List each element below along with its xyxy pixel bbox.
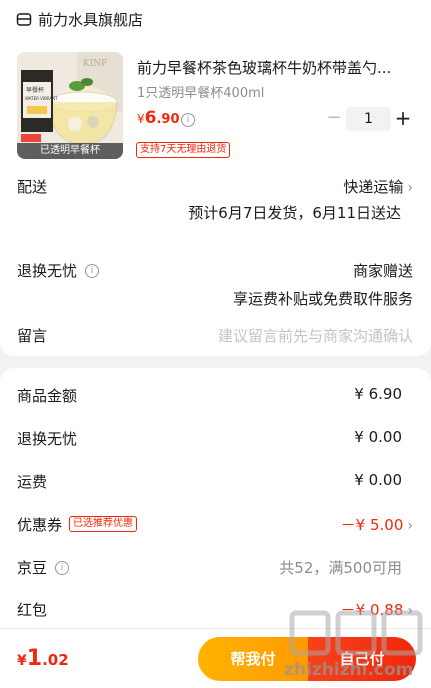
product-price: ¥ 6 .90 (137, 108, 180, 128)
worry-free-row-label: 退换无忧 i (17, 260, 100, 281)
goods-amount-label: 商品金额 (17, 387, 78, 405)
watermark-text: zhizhizhi.com (284, 660, 414, 680)
chevron-right-icon: › (407, 518, 413, 534)
price-decimal: .90 (156, 112, 180, 127)
price-info-icon[interactable]: i (181, 113, 195, 127)
worry-free-label: 退换无忧 (17, 262, 78, 280)
product-title[interactable]: 前力早餐杯茶色玻璃杯牛奶杯带盖勺... (137, 57, 417, 78)
message-label: 留言 (17, 327, 48, 345)
thumb-box-line-2: WATER VIBRANT (25, 96, 58, 101)
chevron-right-icon: › (407, 603, 413, 619)
thumb-caption: 已透明早餐杯 (17, 143, 123, 159)
total-integer: 1 (26, 646, 43, 671)
quantity-plus-button[interactable]: + (393, 106, 413, 130)
worry-free-desc: 享运费补贴或免费取件服务 (232, 290, 413, 308)
quantity-input[interactable]: 1 (346, 107, 391, 131)
store-icon (16, 13, 32, 26)
delivery-method-text: 快递运输 (343, 178, 404, 196)
store-name: 前力水具旗舰店 (38, 10, 144, 29)
red-packet-label: 红包 (17, 601, 48, 619)
return-policy-tag: 支持7天无理由退货 (136, 142, 231, 158)
price-symbol: ¥ (137, 112, 145, 126)
total-symbol: ¥ (17, 653, 27, 669)
worry-free-fee-label: 退换无忧 (17, 430, 78, 448)
store-header[interactable]: 前力水具旗舰店 (16, 8, 143, 30)
coupon-recommend-tag: 已选推荐优惠 (69, 516, 137, 532)
shipping-value: ¥ 0.00 (354, 471, 402, 489)
shipping-label: 运费 (17, 473, 48, 491)
product-spec[interactable]: 1只透明早餐杯400ml (137, 82, 264, 101)
goods-amount-value: ¥ 6.90 (354, 385, 402, 403)
jd-beans-value: 共52，满500可用 (279, 559, 402, 577)
message-input[interactable]: 建议留言前先与商家沟通确认 (218, 325, 413, 346)
delivery-method[interactable]: 快递运输 › (343, 176, 413, 197)
coupon-label: 优惠券 (17, 516, 63, 534)
chevron-right-icon: › (407, 180, 413, 196)
red-packet-value[interactable]: －¥ 0.88 › (341, 599, 413, 620)
jd-beans-row-label: 京豆 i (17, 557, 70, 578)
worry-free-fee-value: ¥ 0.00 (354, 428, 402, 446)
thumb-box-line-1: 早餐杯 (26, 86, 44, 94)
delivery-label: 配送 (17, 178, 48, 196)
jd-beans-label: 京豆 (17, 559, 48, 577)
coupon-value-text: －¥ 5.00 (340, 516, 404, 534)
total-decimal: .02 (42, 651, 69, 669)
thumb-brand-text: KINF (83, 59, 107, 69)
worry-free-info-icon[interactable]: i (85, 263, 100, 278)
coupon-value[interactable]: －¥ 5.00 › (341, 514, 413, 535)
total-price: ¥ 1 .02 (17, 646, 69, 671)
product-thumbnail[interactable]: KINF 早餐杯 WATER VIBRANT 已透明早餐杯 (17, 52, 123, 159)
worry-free-value: 商家赠送 (352, 262, 413, 280)
quantity-minus-button[interactable]: − (325, 109, 343, 127)
delivery-estimate: 预计6月7日发货，6月11日送达 (188, 204, 401, 222)
price-integer: 6 (144, 108, 157, 128)
red-packet-value-text: －¥ 0.88 (340, 601, 404, 619)
jd-beans-info-icon[interactable]: i (55, 560, 70, 575)
